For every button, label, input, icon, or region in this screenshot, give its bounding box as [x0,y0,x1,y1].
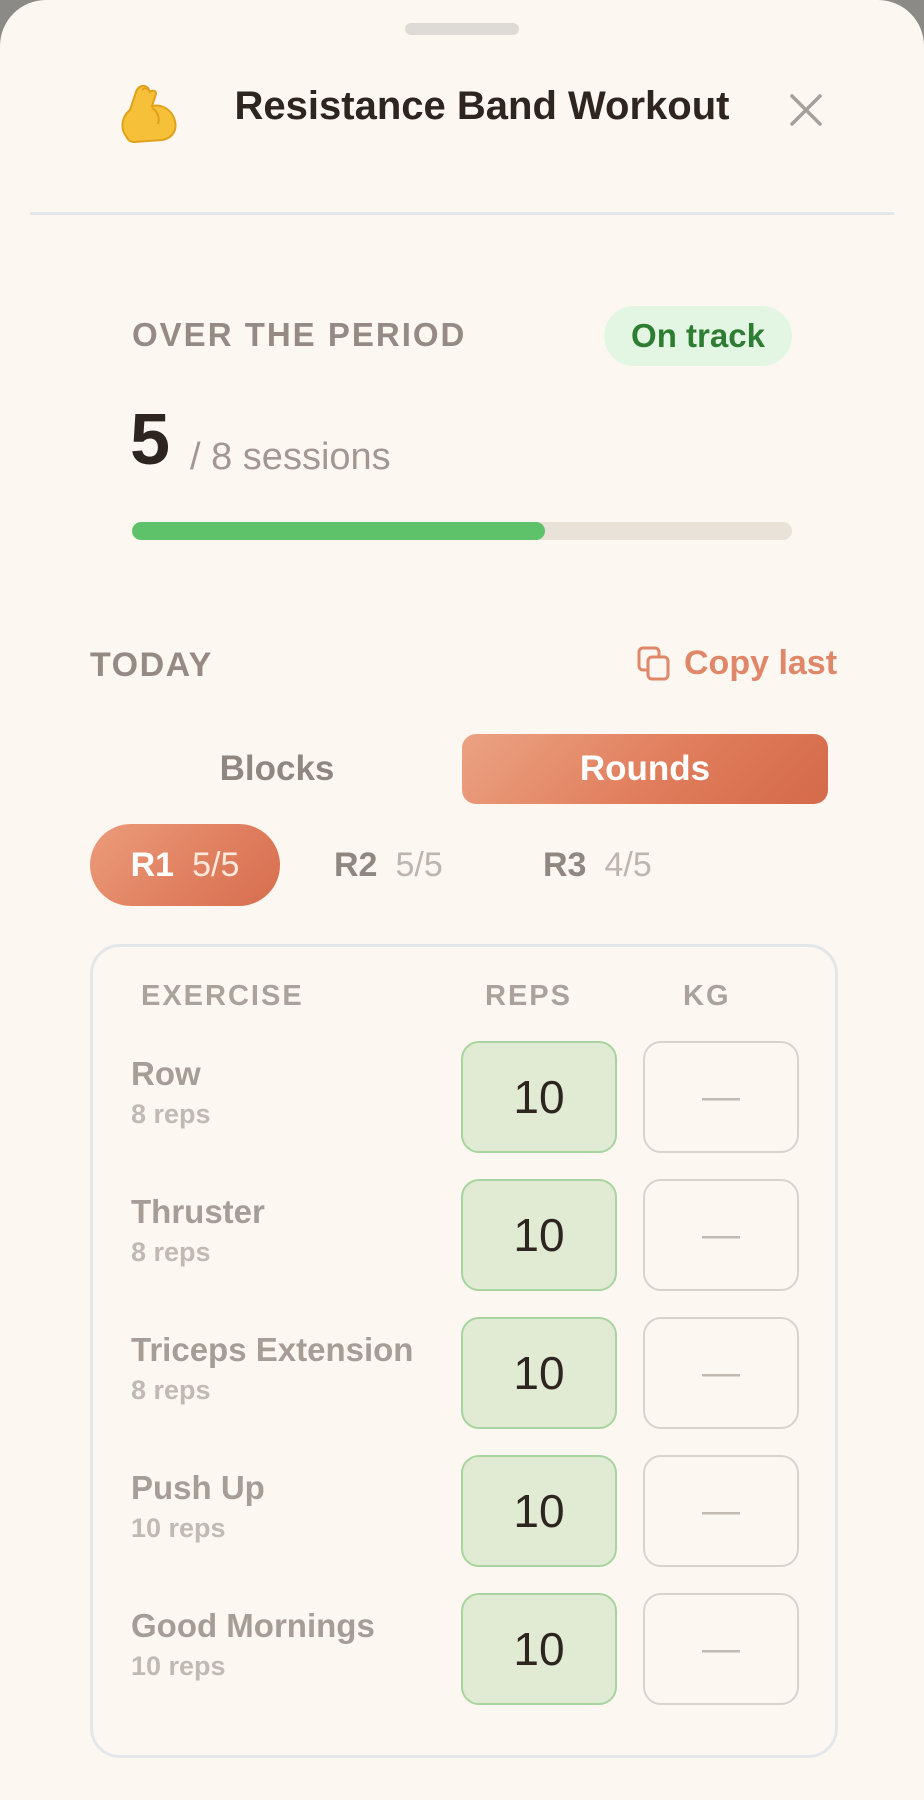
round-count: 5/5 [395,845,443,884]
round-label: R3 [543,845,587,884]
tab-blocks[interactable]: Blocks [136,734,418,804]
reps-input[interactable]: 10 [461,1041,617,1153]
table-row: Good Mornings 10 reps 10 — [93,1593,835,1707]
column-header-reps: REPS [485,980,572,1012]
exercise-target: 8 reps [131,1237,211,1267]
kg-input[interactable]: — [643,1455,799,1567]
copy-last-label: Copy last [684,644,838,682]
round-label: R2 [334,845,378,884]
period-label: OVER THE PERIOD [132,316,467,353]
exercise-target: 8 reps [131,1375,211,1405]
column-header-kg: KG [683,980,731,1012]
flexed-biceps-icon [121,84,177,144]
workout-sheet: Resistance Band Workout OVER THE PERIOD … [0,0,924,1800]
exercise-name: Row [131,1055,201,1092]
copy-last-button[interactable]: Copy last [636,644,837,683]
kg-input[interactable]: — [643,1179,799,1291]
status-badge: On track [604,306,792,366]
kg-input[interactable]: — [643,1041,799,1153]
exercise-name: Thruster [131,1193,265,1230]
tab-rounds[interactable]: Rounds [462,734,828,804]
exercise-target: 10 reps [131,1513,226,1543]
close-icon[interactable] [786,90,826,130]
exercise-target: 8 reps [131,1099,211,1129]
sessions-total: / 8 sessions [190,436,391,478]
header-divider [30,212,894,215]
table-row: Push Up 10 reps 10 — [93,1455,835,1569]
sheet-grabber[interactable] [405,23,519,35]
reps-input[interactable]: 10 [461,1179,617,1291]
kg-input[interactable]: — [643,1593,799,1705]
exercise-target: 10 reps [131,1651,226,1681]
kg-input[interactable]: — [643,1317,799,1429]
exercise-name: Triceps Extension [131,1331,414,1368]
reps-input[interactable]: 10 [461,1455,617,1567]
exercise-table: EXERCISE REPS KG Row 8 reps 10 — Thruste… [90,944,838,1758]
copy-icon [637,646,670,680]
round-tab-r1[interactable]: R1 5/5 [90,824,280,906]
round-count: 5/5 [192,845,240,884]
period-progress-bar [132,522,792,540]
period-progress-fill [132,522,545,540]
exercise-name: Good Mornings [131,1607,375,1644]
page-title: Resistance Band Workout [234,84,730,128]
table-row: Thruster 8 reps 10 — [93,1179,835,1293]
sessions-completed: 5 [130,400,171,480]
table-row: Triceps Extension 8 reps 10 — [93,1317,835,1431]
round-tab-r2[interactable]: R2 5/5 [334,824,443,906]
reps-input[interactable]: 10 [461,1593,617,1705]
round-tab-r3[interactable]: R3 4/5 [543,824,652,906]
exercise-name: Push Up [131,1469,265,1506]
column-header-exercise: EXERCISE [141,980,304,1012]
round-count: 4/5 [604,845,652,884]
table-row: Row 8 reps 10 — [93,1041,835,1155]
round-label: R1 [130,845,175,884]
reps-input[interactable]: 10 [461,1317,617,1429]
today-label: TODAY [90,646,213,684]
